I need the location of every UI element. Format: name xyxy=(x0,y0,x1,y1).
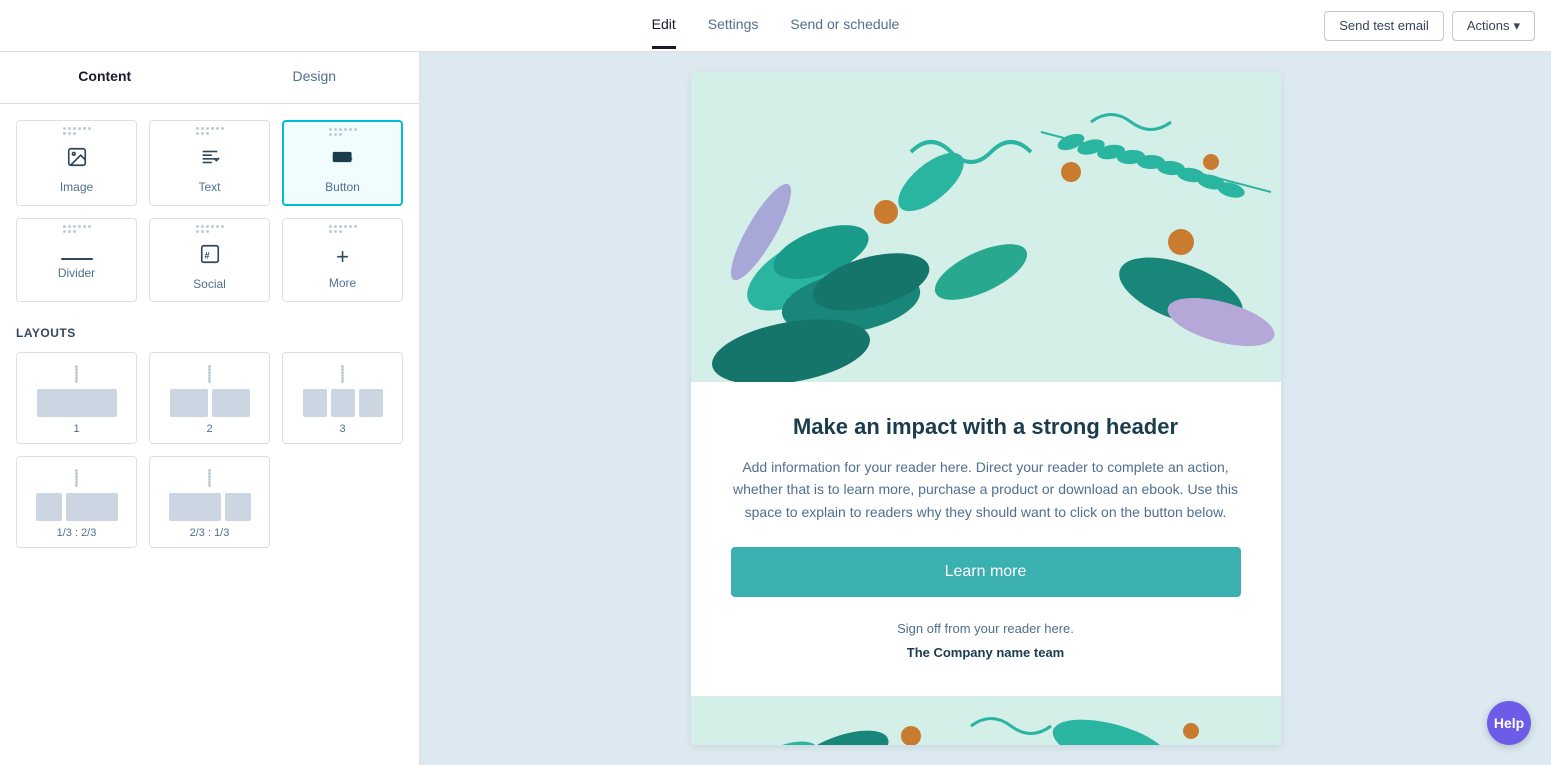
content-item-text[interactable]: Text xyxy=(149,120,270,206)
topbar-actions: Send test email Actions ▾ xyxy=(1324,11,1535,41)
layout-1-label: 1 xyxy=(73,423,79,435)
sidebar: Content Design Image xyxy=(0,52,420,765)
layout-item-1-3-2-3[interactable]: 1/3 : 2/3 xyxy=(16,456,137,548)
content-blocks-grid: Image Text xyxy=(0,104,419,318)
sidebar-tab-content[interactable]: Content xyxy=(0,52,210,103)
drag-handle-divider xyxy=(63,225,91,233)
email-paragraph: Add information for your reader here. Di… xyxy=(731,456,1241,523)
email-signoff: Sign off from your reader here. The Comp… xyxy=(731,617,1241,664)
layout-item-2[interactable]: 2 xyxy=(149,352,270,444)
layout-2-3-label: 2/3 : 1/3 xyxy=(190,527,230,539)
layout-item-1[interactable]: 1 xyxy=(16,352,137,444)
drag-handle-button xyxy=(329,128,357,136)
layout-preview-3 xyxy=(303,389,383,417)
drag-handle-more xyxy=(329,225,357,233)
email-card: Make an impact with a strong header Add … xyxy=(691,72,1281,745)
help-button[interactable]: Help xyxy=(1487,701,1531,745)
actions-button[interactable]: Actions ▾ xyxy=(1452,11,1535,41)
drag-handle-layout-2 xyxy=(208,365,211,383)
email-footer-image xyxy=(691,696,1281,745)
email-signoff-line2: The Company name team xyxy=(731,641,1241,664)
layout-preview-1 xyxy=(37,389,117,417)
tab-send[interactable]: Send or schedule xyxy=(790,2,899,49)
content-item-social[interactable]: # Social xyxy=(149,218,270,302)
sidebar-tab-design[interactable]: Design xyxy=(210,52,420,103)
layouts-grid: 1 2 xyxy=(0,344,419,564)
layout-item-2-3-1-3[interactable]: 2/3 : 1/3 xyxy=(149,456,270,548)
actions-label: Actions xyxy=(1467,18,1510,33)
layouts-section-label: LAYOUTS xyxy=(0,318,419,344)
main-layout: Content Design Image xyxy=(0,52,1551,765)
text-icon xyxy=(199,146,221,174)
button-icon xyxy=(331,146,355,174)
divider-icon xyxy=(61,258,93,260)
email-body: Make an impact with a strong header Add … xyxy=(691,382,1281,696)
social-label: Social xyxy=(193,277,226,291)
drag-handle-image xyxy=(63,127,91,135)
more-icon: + xyxy=(336,244,349,270)
layout-preview-1-3 xyxy=(36,493,118,521)
email-headline: Make an impact with a strong header xyxy=(731,414,1241,440)
topbar: Edit Settings Send or schedule Send test… xyxy=(0,0,1551,52)
content-item-more[interactable]: + More xyxy=(282,218,403,302)
drag-handle-layout-2-3 xyxy=(208,469,211,487)
drag-handle-layout-1-3 xyxy=(75,469,78,487)
tab-settings[interactable]: Settings xyxy=(708,2,759,49)
drag-handle-text xyxy=(196,127,224,135)
layout-item-3[interactable]: 3 xyxy=(282,352,403,444)
drag-handle-layout-3 xyxy=(341,365,344,383)
image-label: Image xyxy=(60,180,93,194)
content-item-divider[interactable]: Divider xyxy=(16,218,137,302)
actions-chevron-icon: ▾ xyxy=(1513,18,1520,34)
tab-edit[interactable]: Edit xyxy=(652,2,676,49)
drag-handle-layout-1 xyxy=(75,365,78,383)
svg-text:#: # xyxy=(204,251,209,261)
canvas-area: Make an impact with a strong header Add … xyxy=(420,52,1551,765)
more-label: More xyxy=(329,276,356,290)
image-icon xyxy=(66,146,88,174)
email-signoff-line1: Sign off from your reader here. xyxy=(731,617,1241,640)
topbar-tabs: Edit Settings Send or schedule xyxy=(652,2,900,49)
social-icon: # xyxy=(199,243,221,271)
text-label: Text xyxy=(198,180,220,194)
content-item-button[interactable]: Button xyxy=(282,120,403,206)
layout-preview-2-3 xyxy=(169,493,251,521)
divider-label: Divider xyxy=(58,266,95,280)
content-item-image[interactable]: Image xyxy=(16,120,137,206)
layout-3-label: 3 xyxy=(339,423,345,435)
email-hero xyxy=(691,72,1281,382)
sidebar-tabs: Content Design xyxy=(0,52,419,104)
send-test-email-button[interactable]: Send test email xyxy=(1324,11,1444,41)
email-cta-button[interactable]: Learn more xyxy=(731,547,1241,597)
drag-handle-social xyxy=(196,225,224,233)
layout-2-label: 2 xyxy=(206,423,212,435)
layout-preview-2 xyxy=(170,389,250,417)
button-label: Button xyxy=(325,180,360,194)
layout-1-3-label: 1/3 : 2/3 xyxy=(57,527,97,539)
